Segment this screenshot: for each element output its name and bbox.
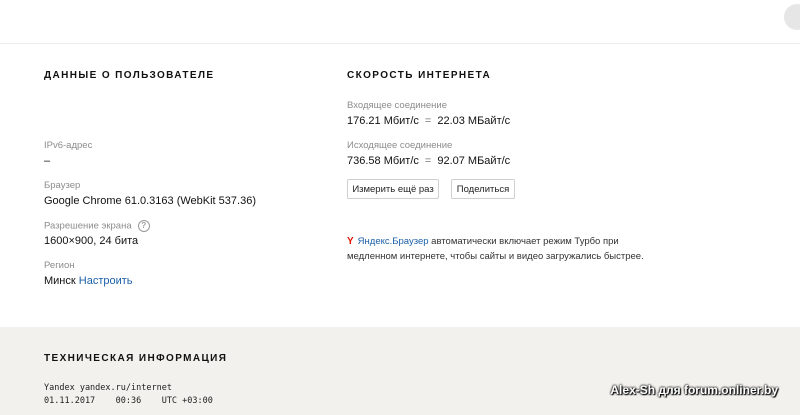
tech-info-line-2: 01.11.2017 00:36 UTC +03:00	[44, 396, 213, 406]
user-avatar-partial[interactable]	[784, 4, 800, 30]
incoming-label: Входящее соединение	[347, 100, 447, 111]
region-city: Минск	[44, 275, 76, 287]
outgoing-equals: =	[424, 155, 432, 167]
outgoing-label: Исходящее соединение	[347, 140, 453, 151]
top-bar	[0, 0, 800, 44]
tech-info-section: ТЕХНИЧЕСКАЯ ИНФОРМАЦИЯ Yandex yandex.ru/…	[0, 327, 800, 415]
user-info-heading: ДАННЫЕ О ПОЛЬЗОВАТЕЛЕ	[44, 70, 215, 81]
watermark: Alex-Sh для forum.onliner.by	[610, 383, 778, 397]
incoming-mbit: 176.21 Мбит/с	[347, 115, 419, 127]
region-value: Минск Настроить	[44, 275, 133, 287]
yandex-y-icon: Y	[347, 236, 354, 247]
yandex-browser-link[interactable]: Яндекс.Браузер	[358, 236, 429, 247]
ipv6-value: –	[44, 155, 51, 167]
measure-again-button[interactable]: Измерить ещё раз	[347, 179, 439, 199]
incoming-equals: =	[424, 115, 432, 127]
ipv6-label: IPv6-адрес	[44, 140, 93, 151]
help-icon[interactable]: ?	[137, 220, 150, 232]
tech-info-line-1: Yandex yandex.ru/internet	[44, 383, 172, 393]
share-button[interactable]: Поделиться	[451, 179, 515, 199]
browser-value: Google Chrome 61.0.3163 (WebKit 537.36)	[44, 195, 256, 207]
yandex-browser-promo: Y Яндекс.Браузер автоматически включает р…	[347, 234, 657, 264]
outgoing-mbit: 736.58 Мбит/с	[347, 155, 419, 167]
outgoing-speed: 736.58 Мбит/с = 92.07 МБайт/с	[347, 155, 510, 167]
outgoing-mbyte: 92.07 МБайт/с	[437, 155, 511, 167]
screen-resolution-value: 1600×900, 24 бита	[44, 235, 139, 247]
tech-info-heading: ТЕХНИЧЕСКАЯ ИНФОРМАЦИЯ	[44, 353, 228, 364]
screen-resolution-label-text: Разрешение экрана	[44, 220, 132, 232]
screen-resolution-label: Разрешение экрана?	[44, 220, 150, 232]
speed-heading: СКОРОСТЬ ИНТЕРНЕТА	[347, 70, 492, 81]
incoming-speed: 176.21 Мбит/с = 22.03 МБайт/с	[347, 115, 510, 127]
browser-label: Браузер	[44, 180, 81, 191]
incoming-mbyte: 22.03 МБайт/с	[437, 115, 511, 127]
region-label: Регион	[44, 260, 75, 271]
region-settings-link[interactable]: Настроить	[79, 275, 133, 287]
